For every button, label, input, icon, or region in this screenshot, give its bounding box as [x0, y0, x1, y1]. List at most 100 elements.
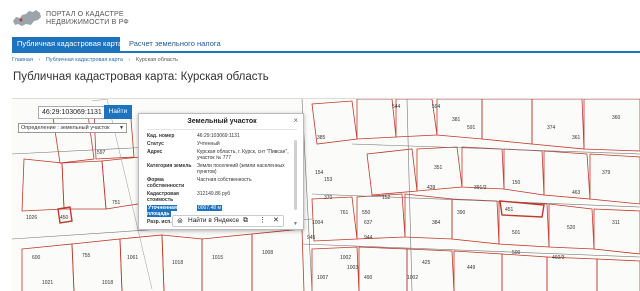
attr-key: Адрес	[147, 149, 163, 155]
object-type-select[interactable]: Определение : земельный участок ▼	[18, 123, 127, 133]
close-icon[interactable]: ✕	[273, 216, 279, 226]
parcel-number: 439	[427, 185, 436, 191]
parcel-number: 1018	[102, 280, 113, 286]
attr-key: Кадастровая стоимость	[147, 191, 179, 203]
parcel-number: 451	[505, 207, 514, 213]
breadcrumb-map[interactable]: Публичная кадастровая карта	[46, 57, 123, 63]
attr-value: Земли поселений (земли населенных пункто…	[197, 163, 285, 175]
attr-value: 312149.86 руб	[197, 191, 231, 197]
parcel-number: 1061	[127, 255, 138, 261]
parcel-number: 154	[315, 170, 324, 176]
parcel-number: 384	[432, 220, 441, 226]
tab-underline	[12, 51, 640, 53]
yandex-search-toolbar: ⊜ Найти в Яндексе ⧉ ⋮ ✕	[172, 215, 284, 227]
attr-key: Форма собственности	[147, 177, 185, 189]
attr-value: Курская область, г. Курск, снт "Пивсан",…	[197, 149, 289, 161]
tab-public-cadastral-map[interactable]: Публичная кадастровая карта	[12, 37, 122, 51]
parcel-number: 594	[432, 104, 441, 110]
parcel-number: 1003	[347, 265, 358, 271]
parcel-number: 360	[612, 115, 621, 121]
parcel-number: 381	[452, 117, 461, 123]
parcel-number: 597	[97, 150, 106, 156]
parcel-number: 463	[572, 190, 581, 196]
parcel-number: 637	[364, 220, 373, 226]
breadcrumb: Главная › Публичная кадастровая карта › …	[12, 57, 182, 63]
parcel-number: 361	[572, 135, 581, 141]
logo-line-1: ПОРТАЛ О КАДАСТРЕ	[46, 11, 124, 18]
parcel-number: 311	[612, 220, 620, 226]
parcel-number: 544	[392, 104, 401, 110]
parcel-number: 391/2	[474, 185, 487, 191]
parcel-number: 501	[512, 230, 521, 236]
parcel-number: 1018	[172, 260, 183, 266]
popup-scrollbar[interactable]	[294, 140, 297, 210]
attr-row-address: Адрес Курская область, г. Курск, снт "Пи…	[147, 149, 295, 161]
parcel-number: 591	[467, 125, 476, 131]
parcel-number: 450	[60, 215, 69, 221]
attr-row-land-category: Категория земель Земли поселений (земли …	[147, 163, 295, 175]
attr-key: Статус	[147, 141, 164, 147]
chevron-right-icon: ›	[128, 57, 131, 63]
parcel-number: 374	[547, 125, 556, 131]
attr-value: 46:29:103069:1131	[197, 133, 240, 139]
parcel-number: 490	[364, 275, 373, 281]
parcel-number: 150	[512, 180, 521, 186]
attr-value[interactable]: 0007.48 м	[197, 205, 222, 211]
parcel-number: 1008	[262, 250, 273, 256]
popup-attributes: Кад. номер 46:29:103069:1131 Статус Учте…	[147, 133, 295, 227]
popup-title: Земельный участок	[187, 118, 257, 125]
breadcrumb-home[interactable]: Главная	[12, 57, 33, 63]
attr-key: Кад. номер	[147, 133, 175, 139]
close-icon[interactable]: ×	[293, 116, 298, 125]
parcel-number: 1002	[340, 255, 351, 261]
chevron-down-icon: ▼	[119, 125, 124, 131]
parcel-number: 449	[467, 265, 476, 271]
attr-row-cadastral-value: Кадастровая стоимость 312149.86 руб	[147, 191, 295, 203]
parcel-number: 520	[567, 225, 576, 231]
parcel-number: 1021	[42, 280, 53, 286]
parcel-number: 385	[317, 135, 326, 141]
parcel-number: 390	[457, 210, 466, 216]
find-in-yandex-button[interactable]: Найти в Яндексе	[188, 216, 239, 226]
parcel-number: 1002	[407, 275, 418, 281]
parcel-number: 944	[364, 235, 373, 241]
yandex-search-icon: ⊜	[177, 218, 183, 225]
parcel-number: 1026	[26, 215, 37, 221]
parcel-number: 153	[324, 177, 333, 183]
parcel-number: 425	[422, 260, 431, 266]
parcel-number: 751	[112, 200, 121, 206]
attr-row-cadastral-number: Кад. номер 46:29:103069:1131	[147, 133, 295, 139]
logo-line-2: НЕДВИЖИМОСТИ В РФ	[46, 19, 129, 26]
breadcrumb-current: Курская область	[135, 57, 179, 63]
more-options-icon[interactable]: ⋮	[259, 216, 266, 226]
parcel-number: 370	[324, 195, 333, 201]
parcel-number: 1004	[312, 220, 323, 226]
attr-key: Категория земель	[147, 163, 192, 169]
parcel-number: 550	[362, 210, 371, 216]
attr-value: Учтенный	[197, 141, 220, 147]
parcel-number: 1007	[317, 275, 328, 281]
attr-row-status: Статус Учтенный	[147, 141, 295, 147]
logo-text[interactable]: ПОРТАЛ О КАДАСТРЕ НЕДВИЖИМОСТИ В РФ	[46, 11, 129, 27]
parcel-number: 945	[307, 235, 316, 241]
copy-icon[interactable]: ⧉	[243, 216, 248, 226]
parcel-number: 1015	[212, 255, 223, 261]
attr-row-ownership: Форма собственности Частная собственност…	[147, 177, 295, 189]
attr-value: Частная собственность	[197, 177, 252, 183]
parcel-number: 351	[434, 165, 443, 171]
scroll-down-icon[interactable]: ▼	[293, 221, 298, 227]
chevron-right-icon: ›	[38, 57, 41, 63]
russia-map-logo-icon[interactable]	[12, 9, 42, 28]
find-button[interactable]: Найти	[104, 105, 132, 119]
parcel-number: 379	[602, 170, 611, 176]
tab-land-tax-calculation[interactable]: Расчет земельного налога	[124, 37, 221, 51]
parcel-number: 761	[340, 210, 349, 216]
site-header: ПОРТАЛ О КАДАСТРЕ НЕДВИЖИМОСТИ В РФ	[0, 0, 640, 34]
page-title: Публичная кадастровая карта: Курская обл…	[13, 71, 269, 83]
parcel-number: 600	[32, 255, 41, 261]
object-type-select-value: Определение : земельный участок	[21, 125, 110, 131]
parcel-number: 460/3	[552, 255, 565, 261]
parcel-number: 755	[82, 253, 91, 259]
parcel-number: 152	[382, 195, 391, 201]
parcel-number: 500	[512, 250, 521, 256]
